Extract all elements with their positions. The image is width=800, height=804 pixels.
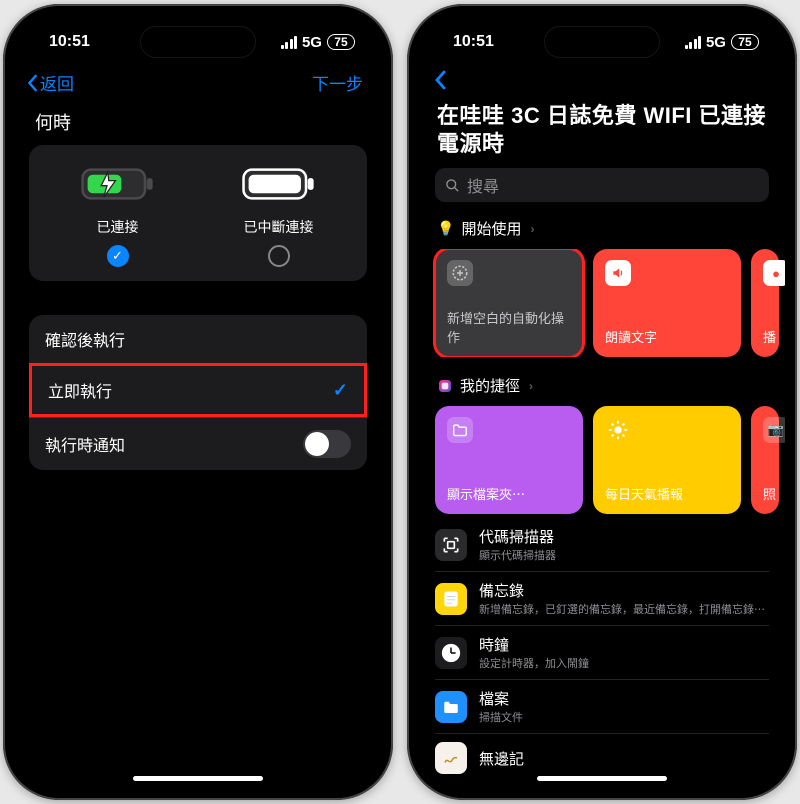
tile-show-folder[interactable]: 顯示檔案夾⋯ (435, 406, 583, 514)
tile-speak-text[interactable]: 朗讀文字 (593, 249, 741, 357)
app-subtitle: 新增備忘錄，已釘選的備忘錄，最近備忘錄，打開備忘錄⋯ (479, 601, 769, 617)
photo-icon: 📷 (763, 417, 785, 443)
toggle-switch[interactable] (303, 430, 351, 458)
freeform-icon (435, 742, 467, 774)
chevron-right-icon: › (529, 379, 533, 393)
app-row-clock[interactable]: 時鐘設定計時器，加入鬧鐘 (435, 626, 769, 680)
option-connected[interactable]: 已連接 ✓ (37, 163, 198, 267)
section-my-shortcuts[interactable]: 我的捷徑 › (419, 373, 785, 406)
battery-pill: 75 (731, 34, 759, 50)
tile-new-blank-automation[interactable]: 新增空白的自動化操作 (435, 249, 583, 357)
next-button[interactable]: 下一步 (312, 70, 363, 95)
app-list: 代碼掃描器顯示代碼掃描器備忘錄新增備忘錄，已釘選的備忘錄，最近備忘錄，打開備忘錄… (419, 514, 785, 782)
clock: 10:51 (453, 33, 494, 51)
row-confirm-then-run[interactable]: 確認後執行 (29, 315, 367, 363)
add-blank-icon (447, 260, 473, 286)
app-name: 代碼掃描器 (479, 526, 769, 547)
battery-pill: 75 (327, 34, 355, 50)
page-title: 在哇哇 3C 日誌免費 WIFI 已連接電源時 (419, 102, 785, 168)
checkmark-icon: ✓ (333, 380, 348, 401)
tile-row-start: 新增空白的自動化操作 朗讀文字 ● 播 (419, 249, 785, 357)
run-options-list: 確認後執行 立即執行 ✓ 執行時通知 (29, 315, 367, 470)
chevron-left-icon (27, 74, 39, 92)
broadcast-icon: ● (763, 260, 785, 286)
lightbulb-icon: 💡 (437, 220, 454, 237)
battery-charging-icon (80, 163, 156, 205)
note-icon (435, 583, 467, 615)
folder-icon (447, 417, 473, 443)
app-name: 無邊記 (479, 748, 769, 769)
section-when: 何時 (15, 109, 381, 145)
app-name: 備忘錄 (479, 580, 769, 601)
phone-right: 10:51 5G 75 在哇哇 3C 日誌免費 WIFI 已連接電源時 搜尋 💡… (407, 4, 797, 800)
back-button[interactable]: 返回 (27, 70, 74, 95)
sun-icon (605, 417, 631, 443)
back-button[interactable] (419, 62, 785, 102)
app-name: 檔案 (479, 688, 769, 709)
dynamic-island (140, 26, 256, 58)
app-subtitle: 掃描文件 (479, 709, 769, 725)
speaker-icon (605, 260, 631, 286)
tile-photo[interactable]: 📷 照 (751, 406, 779, 514)
tile-row-shortcuts: 顯示檔案夾⋯ 每日天氣播報 📷 照 (419, 406, 785, 514)
shortcuts-icon (437, 378, 453, 394)
option-disconnected[interactable]: 已中斷連接 (198, 163, 359, 267)
clock-icon (435, 637, 467, 669)
network-label: 5G (706, 34, 726, 51)
phone-left: 10:51 5G 75 返回 下一步 何時 已連接 ✓ (3, 4, 393, 800)
dynamic-island (544, 26, 660, 58)
tile-daily-weather[interactable]: 每日天氣播報 (593, 406, 741, 514)
app-row-note[interactable]: 備忘錄新增備忘錄，已釘選的備忘錄，最近備忘錄，打開備忘錄⋯ (435, 572, 769, 626)
search-icon (445, 178, 460, 193)
chevron-left-icon (435, 70, 447, 90)
section-getting-started[interactable]: 💡 開始使用 › (419, 216, 785, 249)
scan-icon (435, 529, 467, 561)
app-subtitle: 顯示代碼掃描器 (479, 547, 769, 563)
row-notify-when-run[interactable]: 執行時通知 (29, 417, 367, 470)
tile-broadcast[interactable]: ● 播 (751, 249, 779, 357)
app-subtitle: 設定計時器，加入鬧鐘 (479, 655, 769, 671)
radio-checked-icon[interactable]: ✓ (107, 245, 129, 267)
row-run-immediately[interactable]: 立即執行 ✓ (29, 363, 367, 417)
home-indicator[interactable] (537, 776, 667, 781)
signal-icon (685, 36, 701, 49)
battery-icon (241, 163, 317, 205)
radio-unchecked-icon[interactable] (268, 245, 290, 267)
signal-icon (281, 36, 297, 49)
network-label: 5G (302, 34, 322, 51)
app-row-scan[interactable]: 代碼掃描器顯示代碼掃描器 (435, 518, 769, 572)
app-row-files[interactable]: 檔案掃描文件 (435, 680, 769, 734)
clock: 10:51 (49, 33, 90, 51)
home-indicator[interactable] (133, 776, 263, 781)
chevron-right-icon: › (530, 222, 534, 236)
search-input[interactable]: 搜尋 (435, 168, 769, 202)
app-name: 時鐘 (479, 634, 769, 655)
files-icon (435, 691, 467, 723)
trigger-card: 已連接 ✓ 已中斷連接 (29, 145, 367, 281)
nav-bar: 返回 下一步 (15, 62, 381, 109)
